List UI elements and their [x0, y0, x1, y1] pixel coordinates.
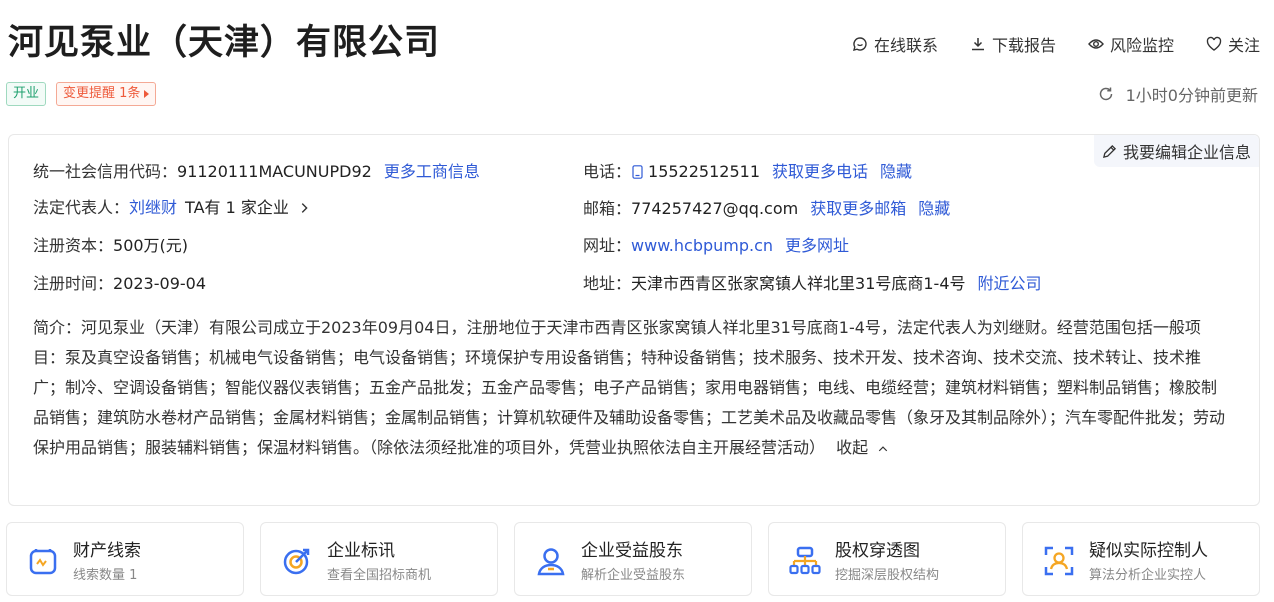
follow-label: 关注 [1227, 36, 1260, 55]
controller-scan-icon [1044, 546, 1074, 576]
feature-cards: 财产线索 线索数量 1 企业标讯 查看全国招标商机 企业受益股东 解析企业受益股… [6, 522, 1262, 596]
card-title: 疑似实际控制人 [1089, 541, 1208, 561]
beneficiary-person-icon [537, 548, 565, 576]
bidding-target-icon [283, 548, 310, 575]
eye-icon [1088, 39, 1104, 49]
legal-rep-label: 法定代表人： [33, 198, 130, 217]
chevron-right-icon[interactable] [297, 201, 311, 215]
actual-controller-card[interactable]: 疑似实际控制人 算法分析企业实控人 [1022, 522, 1260, 596]
collapse-button[interactable]: 收起 [836, 438, 889, 457]
property-clue-card[interactable]: 财产线索 线索数量 1 [6, 522, 244, 596]
capital-row: 注册资本： 500万(元) [33, 235, 188, 257]
property-clue-icon [29, 549, 57, 575]
email-label: 邮箱： [583, 199, 632, 218]
legal-rep-row: 法定代表人： 刘继财 TA有 1 家企业 [33, 197, 311, 219]
pencil-icon [1102, 144, 1117, 158]
phone-row: 电话： 15522512511 获取更多电话 隐藏 [583, 161, 912, 183]
card-subtitle: 查看全国招标商机 [327, 568, 432, 583]
credit-code-value: 91120111MACUNUPD92 [177, 162, 372, 181]
more-websites-link[interactable]: 更多网址 [785, 235, 849, 257]
credit-code-label: 统一社会信用代码： [33, 162, 178, 181]
status-badge: 开业 [6, 82, 47, 106]
more-business-info-link[interactable]: 更多工商信息 [384, 161, 480, 183]
more-emails-link[interactable]: 获取更多邮箱 [810, 198, 906, 220]
company-name: 河见泵业（天津）有限公司 [8, 23, 441, 63]
hide-phone-link[interactable]: 隐藏 [880, 161, 912, 183]
equity-penetration-card[interactable]: 股权穿透图 挖掘深层股权结构 [768, 522, 1006, 596]
credit-code-row: 统一社会信用代码： 91120111MACUNUPD92 更多工商信息 [33, 161, 480, 183]
chat-icon [852, 37, 867, 51]
more-phones-link[interactable]: 获取更多电话 [772, 161, 868, 183]
legal-rep-companies[interactable]: TA有 1 家企业 [185, 197, 289, 219]
header-actions: 在线联系 下载报告 风险监控 关注 [820, 32, 1260, 56]
card-subtitle: 算法分析企业实控人 [1089, 568, 1207, 583]
card-title: 股权穿透图 [835, 541, 920, 561]
website-row: 网址： www.hcbpump.cn 更多网址 [583, 235, 849, 257]
download-report-button[interactable]: 下载报告 [970, 32, 1056, 56]
intro-text: 简介：河见泵业（天津）有限公司成立于2023年09月04日，注册地位于天津市西青… [33, 318, 1226, 457]
legal-rep-name-link[interactable]: 刘继财 [129, 197, 177, 219]
online-contact-label: 在线联系 [873, 36, 938, 55]
card-title: 财产线索 [73, 541, 141, 561]
phone-label: 电话： [583, 162, 632, 181]
website-label: 网址： [583, 236, 632, 255]
email-value: 774257427@qq.com [631, 199, 799, 218]
nearby-companies-link[interactable]: 附近公司 [978, 273, 1042, 295]
bidding-card[interactable]: 企业标讯 查看全国招标商机 [260, 522, 498, 596]
heart-icon [1206, 36, 1222, 51]
download-report-label: 下载报告 [991, 36, 1056, 55]
reg-time-label: 注册时间： [33, 274, 114, 293]
follow-button[interactable]: 关注 [1206, 32, 1260, 56]
reg-time-row: 注册时间： 2023-09-04 [33, 273, 206, 295]
mobile-phone-icon [632, 165, 643, 179]
address-value: 天津市西青区张家窝镇人祥北里31号底商1-4号 [631, 274, 966, 293]
refresh-icon[interactable] [1098, 86, 1114, 102]
change-reminder-badge[interactable]: 变更提醒 1条 [56, 82, 157, 106]
card-title: 企业受益股东 [581, 541, 683, 561]
download-icon [971, 38, 984, 51]
edit-company-info-button[interactable]: 我要编辑企业信息 [1093, 135, 1259, 167]
card-subtitle: 解析企业受益股东 [581, 568, 686, 583]
address-label: 地址： [583, 274, 632, 293]
update-time: 1小时0分钟前更新 [1098, 82, 1258, 106]
website-link[interactable]: www.hcbpump.cn [631, 235, 773, 257]
collapse-label: 收起 [836, 438, 869, 457]
hide-email-link[interactable]: 隐藏 [918, 198, 950, 220]
change-reminder-label: 变更提醒 1条 [63, 86, 141, 101]
triangle-right-icon [144, 90, 150, 98]
capital-label: 注册资本： [33, 236, 114, 255]
email-row: 邮箱： 774257427@qq.com 获取更多邮箱 隐藏 [583, 198, 950, 220]
beneficiary-card[interactable]: 企业受益股东 解析企业受益股东 [514, 522, 752, 596]
card-title: 企业标讯 [327, 541, 395, 561]
reg-time-value: 2023-09-04 [113, 274, 206, 293]
update-time-label: 1小时0分钟前更新 [1125, 86, 1258, 105]
card-subtitle: 线索数量 1 [73, 568, 138, 583]
card-subtitle: 挖掘深层股权结构 [835, 568, 940, 583]
capital-value: 500万(元) [113, 236, 189, 255]
equity-tree-icon [789, 546, 821, 575]
address-row: 地址： 天津市西青区张家窝镇人祥北里31号底商1-4号 附近公司 [583, 273, 1042, 295]
risk-monitor-button[interactable]: 风险监控 [1088, 32, 1174, 56]
status-tags: 开业 变更提醒 1条 [6, 82, 166, 106]
risk-monitor-label: 风险监控 [1109, 36, 1174, 55]
online-contact-button[interactable]: 在线联系 [852, 32, 938, 56]
edit-company-info-label: 我要编辑企业信息 [1122, 143, 1251, 162]
chevron-up-icon [879, 445, 888, 451]
phone-value: 15522512511 [648, 162, 760, 181]
company-intro: 简介：河见泵业（天津）有限公司成立于2023年09月04日，注册地位于天津市西青… [33, 313, 1229, 463]
company-info-card: 我要编辑企业信息 统一社会信用代码： 91120111MACUNUPD92 更多… [8, 134, 1260, 506]
